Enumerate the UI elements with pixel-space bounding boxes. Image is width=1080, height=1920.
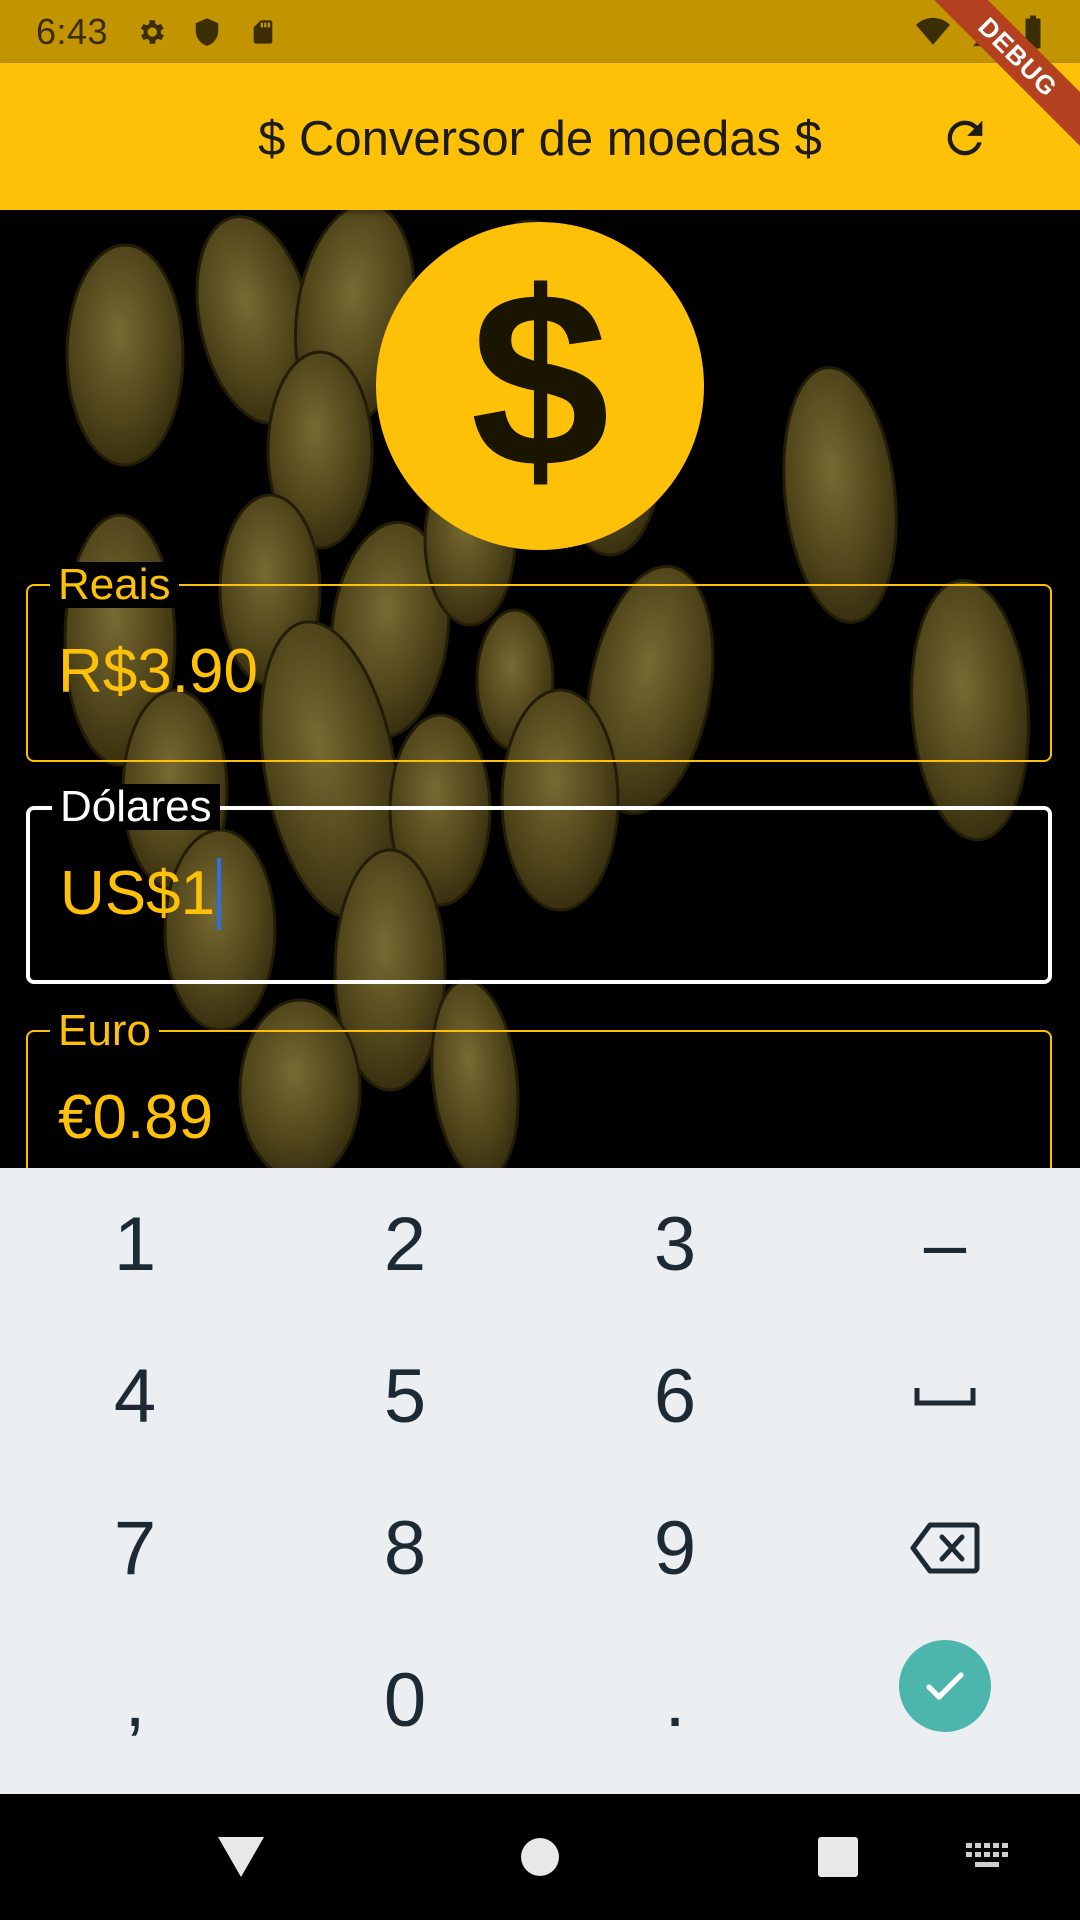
dolares-field-value-wrap: US$1: [60, 858, 222, 930]
text-cursor: [217, 858, 222, 930]
back-button[interactable]: [206, 1822, 276, 1892]
key-period[interactable]: .: [540, 1624, 810, 1776]
euro-field-value: €0.89: [58, 1083, 214, 1152]
key-0[interactable]: 0: [270, 1624, 540, 1776]
recents-button[interactable]: [803, 1822, 873, 1892]
app-screen: 6:43 DEBUG $ Conversor de moedas $ $ Rea…: [0, 0, 1080, 1920]
refresh-button[interactable]: [930, 103, 1000, 173]
dolares-field-value: US$1: [60, 859, 216, 928]
euro-field-label: Euro: [50, 1008, 159, 1054]
dolares-field-label: Dólares: [52, 784, 220, 830]
shield-icon: [190, 15, 224, 49]
refresh-icon: [947, 120, 983, 156]
status-time: 6:43: [36, 10, 109, 52]
key-9[interactable]: 9: [540, 1472, 810, 1624]
space-icon: [914, 1388, 976, 1406]
settings-icon: [134, 15, 168, 49]
key-4[interactable]: 4: [0, 1320, 270, 1472]
key-1[interactable]: 1: [0, 1168, 270, 1320]
home-icon: [521, 1838, 559, 1876]
recents-icon: [818, 1837, 858, 1877]
reais-field-value: R$3.90: [58, 637, 258, 706]
key-7[interactable]: 7: [0, 1472, 270, 1624]
key-6[interactable]: 6: [540, 1320, 810, 1472]
navigation-bar: [0, 1794, 1080, 1920]
wifi-icon: [914, 15, 952, 54]
app-bar: $ Conversor de moedas $: [0, 63, 1080, 210]
reais-field[interactable]: Reais R$3.90: [26, 562, 1052, 762]
home-button[interactable]: [505, 1822, 575, 1892]
numeric-keyboard: 1 2 3 – 4 5 6 7 8 9 , 0 .: [0, 1168, 1080, 1794]
battery-icon: [1022, 14, 1044, 55]
backspace-icon: [910, 1522, 980, 1574]
status-bar: 6:43: [0, 0, 1080, 63]
converter-content: $ Reais R$3.90 Dólares US$1 Euro €0.89: [0, 210, 1080, 1168]
keyboard-switch-icon: [966, 1843, 1008, 1867]
key-5[interactable]: 5: [270, 1320, 540, 1472]
check-icon: [926, 1672, 964, 1700]
key-comma[interactable]: ,: [0, 1624, 270, 1776]
svg-text:$: $: [470, 240, 609, 519]
status-right-icons: [914, 14, 1044, 55]
cell-signal-icon: [970, 15, 1004, 54]
dolares-field[interactable]: Dólares US$1: [26, 784, 1052, 984]
key-2[interactable]: 2: [270, 1168, 540, 1320]
key-done[interactable]: [810, 1610, 1080, 1762]
dollar-circle-icon: $: [376, 222, 704, 550]
key-minus[interactable]: –: [810, 1168, 1080, 1320]
done-key-circle: [899, 1640, 991, 1732]
key-space[interactable]: [810, 1320, 1080, 1472]
key-3[interactable]: 3: [540, 1168, 810, 1320]
back-icon: [218, 1837, 264, 1877]
app-title: $ Conversor de moedas $: [258, 112, 822, 166]
sd-card-icon: [246, 15, 280, 49]
key-8[interactable]: 8: [270, 1472, 540, 1624]
key-backspace[interactable]: [810, 1472, 1080, 1624]
reais-field-label: Reais: [50, 562, 179, 608]
euro-field[interactable]: Euro €0.89: [26, 1008, 1052, 1168]
keyboard-switch-button[interactable]: [953, 1822, 1023, 1892]
